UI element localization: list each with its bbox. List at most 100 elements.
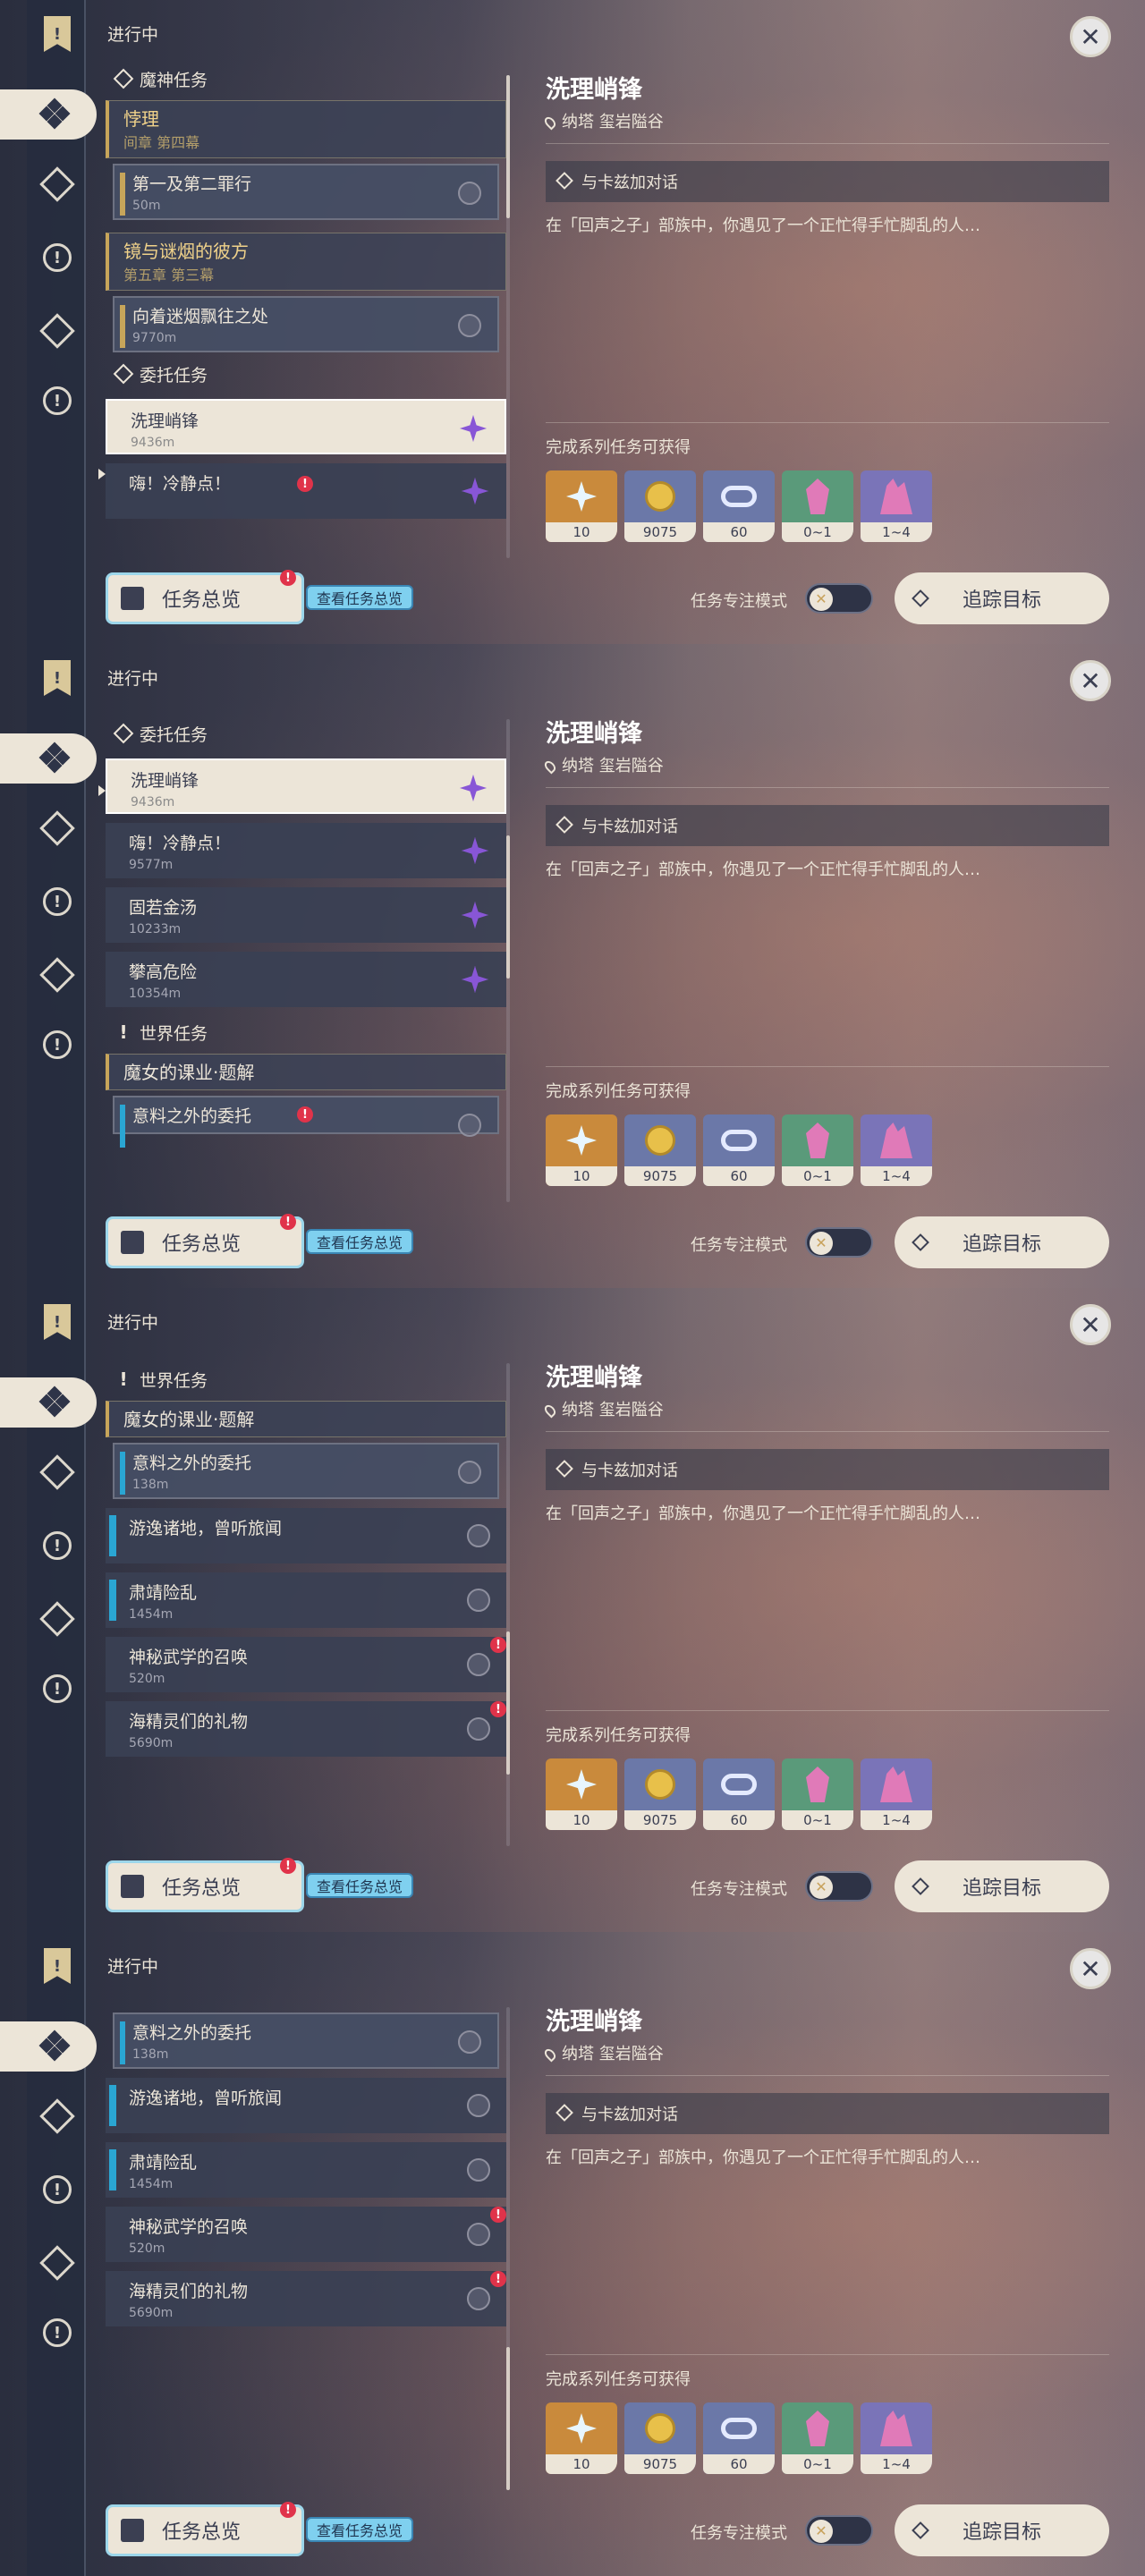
reward-item[interactable]: 10 [546, 1114, 617, 1186]
quest-item[interactable]: 肃靖险乱 1454m [106, 2142, 506, 2198]
bookmark-icon[interactable]: ! [34, 655, 81, 701]
track-button[interactable]: 追踪目标 [895, 572, 1109, 624]
reward-item[interactable]: 60 [703, 470, 775, 542]
map-pin-icon[interactable] [467, 1653, 490, 1676]
quest-step[interactable]: 意料之外的委托 ! [113, 1096, 499, 1148]
quest-item[interactable]: 游逸诸地，曾听旅闻 [106, 1508, 506, 1563]
rail-archon-active[interactable] [0, 2021, 97, 2072]
event-quest-icon[interactable]: ! [34, 377, 81, 424]
map-pin-icon[interactable] [467, 1717, 490, 1741]
reward-item[interactable]: 0~1 [782, 1114, 853, 1186]
quest-group[interactable]: 魔女的课业·题解 [106, 1401, 506, 1437]
story-quest-icon[interactable] [34, 2093, 81, 2140]
rail-archon-active[interactable] [0, 1377, 97, 1428]
overview-button[interactable]: 任务总览! [106, 1214, 304, 1268]
map-pin-icon[interactable] [458, 1461, 481, 1484]
quest-group[interactable]: 悖理 间章 第四幕 [106, 100, 506, 158]
close-button[interactable]: ✕ [1070, 1948, 1111, 1989]
bookmark-icon[interactable]: ! [34, 1943, 81, 1989]
commission-quest-icon[interactable] [34, 1596, 81, 1642]
focus-mode-toggle[interactable]: ✕ [805, 2515, 873, 2546]
reward-item[interactable]: 60 [703, 1114, 775, 1186]
quest-list[interactable]: 意料之外的委托 138m 游逸诸地，曾听旅闻 肃靖险乱 1454m 神秘武学的召… [106, 1995, 506, 2487]
rail-archon-active[interactable] [0, 89, 97, 140]
close-button[interactable]: ✕ [1070, 1304, 1111, 1345]
quest-item[interactable]: 海精灵们的礼物 5690m ! [106, 2271, 506, 2326]
reward-item[interactable]: 1~4 [861, 2402, 932, 2474]
quest-item[interactable]: 海精灵们的礼物 5690m ! [106, 1701, 506, 1757]
quest-step[interactable]: 向着迷烟飘往之处 9770m [113, 296, 499, 352]
quest-item-selected[interactable]: 洗理峭锋 9436m [106, 399, 506, 454]
focus-mode-toggle[interactable]: ✕ [805, 583, 873, 614]
track-button[interactable]: 追踪目标 [895, 1860, 1109, 1912]
quest-list[interactable]: 魔神任务 悖理 间章 第四幕 第一及第二罪行 50m 镜与谜烟的彼方 第五章 第… [106, 63, 506, 555]
quest-list[interactable]: 委托任务 洗理峭锋 9436m 嗨！冷静点！ 9577m 固若金汤 10233m… [106, 707, 506, 1199]
quest-item[interactable]: 固若金汤 10233m [106, 887, 506, 943]
reward-item[interactable]: 10 [546, 470, 617, 542]
track-button[interactable]: 追踪目标 [895, 1216, 1109, 1268]
scrollbar[interactable] [506, 1363, 510, 1846]
story-quest-icon[interactable] [34, 805, 81, 852]
quest-item[interactable]: 肃靖险乱 1454m [106, 1572, 506, 1628]
event-quest-icon[interactable]: ! [34, 1665, 81, 1712]
event-quest-icon[interactable]: ! [34, 2309, 81, 2356]
reward-item[interactable]: 9075 [624, 1758, 696, 1830]
reward-item[interactable]: 60 [703, 2402, 775, 2474]
story-quest-icon[interactable] [34, 161, 81, 208]
reward-item[interactable]: 1~4 [861, 1114, 932, 1186]
reward-item[interactable]: 9075 [624, 2402, 696, 2474]
world-quest-icon[interactable]: ! [34, 1522, 81, 1569]
quest-group[interactable]: 魔女的课业·题解 [106, 1054, 506, 1090]
event-quest-icon[interactable]: ! [34, 1021, 81, 1068]
map-pin-icon[interactable] [458, 314, 481, 337]
world-quest-icon[interactable]: ! [34, 878, 81, 925]
reward-item[interactable]: 0~1 [782, 470, 853, 542]
track-button[interactable]: 追踪目标 [895, 2504, 1109, 2556]
close-button[interactable]: ✕ [1070, 16, 1111, 57]
commission-quest-icon[interactable] [34, 2240, 81, 2286]
scrollbar[interactable] [506, 75, 510, 558]
reward-item[interactable]: 1~4 [861, 470, 932, 542]
map-pin-icon[interactable] [458, 1114, 481, 1137]
reward-item[interactable]: 10 [546, 1758, 617, 1830]
map-pin-icon[interactable] [467, 2287, 490, 2310]
quest-item[interactable]: 攀高危险 10354m [106, 952, 506, 1007]
overview-button[interactable]: 任务总览! [106, 1858, 304, 1912]
quest-item-selected[interactable]: 洗理峭锋 9436m [106, 758, 506, 814]
quest-list[interactable]: ! 世界任务 魔女的课业·题解 意料之外的委托 138m 游逸诸地，曾听旅闻 肃靖… [106, 1351, 506, 1843]
focus-mode-toggle[interactable]: ✕ [805, 1227, 873, 1258]
world-quest-icon[interactable]: ! [34, 2166, 81, 2213]
quest-item[interactable]: 嗨！冷静点！ ! [106, 463, 506, 519]
close-button[interactable]: ✕ [1070, 660, 1111, 701]
reward-item[interactable]: 9075 [624, 470, 696, 542]
scrollbar[interactable] [506, 2007, 510, 2490]
bookmark-icon[interactable]: ! [34, 11, 81, 57]
reward-item[interactable]: 9075 [624, 1114, 696, 1186]
reward-item[interactable]: 0~1 [782, 2402, 853, 2474]
quest-item[interactable]: 游逸诸地，曾听旅闻 [106, 2078, 506, 2133]
focus-mode-toggle[interactable]: ✕ [805, 1871, 873, 1902]
map-pin-icon[interactable] [458, 2030, 481, 2054]
rail-archon-active[interactable] [0, 733, 97, 784]
map-pin-icon[interactable] [467, 2223, 490, 2246]
quest-step[interactable]: 意料之外的委托 138m [113, 1443, 499, 1499]
bookmark-icon[interactable]: ! [34, 1299, 81, 1345]
quest-group[interactable]: 镜与谜烟的彼方 第五章 第三幕 [106, 233, 506, 291]
map-pin-icon[interactable] [458, 182, 481, 205]
quest-item[interactable]: 嗨！冷静点！ 9577m [106, 823, 506, 878]
quest-item[interactable]: 神秘武学的召唤 520m ! [106, 2207, 506, 2262]
quest-step[interactable]: 意料之外的委托 138m [113, 2012, 499, 2069]
quest-step[interactable]: 第一及第二罪行 50m [113, 164, 499, 220]
story-quest-icon[interactable] [34, 1449, 81, 1496]
map-pin-icon[interactable] [467, 2094, 490, 2117]
quest-item[interactable]: 神秘武学的召唤 520m ! [106, 1637, 506, 1692]
map-pin-icon[interactable] [467, 1589, 490, 1612]
reward-item[interactable]: 10 [546, 2402, 617, 2474]
commission-quest-icon[interactable] [34, 952, 81, 998]
map-pin-icon[interactable] [467, 1524, 490, 1547]
overview-button[interactable]: 任务总览! [106, 2502, 304, 2556]
reward-item[interactable]: 0~1 [782, 1758, 853, 1830]
scrollbar[interactable] [506, 719, 510, 1202]
reward-item[interactable]: 1~4 [861, 1758, 932, 1830]
reward-item[interactable]: 60 [703, 1758, 775, 1830]
